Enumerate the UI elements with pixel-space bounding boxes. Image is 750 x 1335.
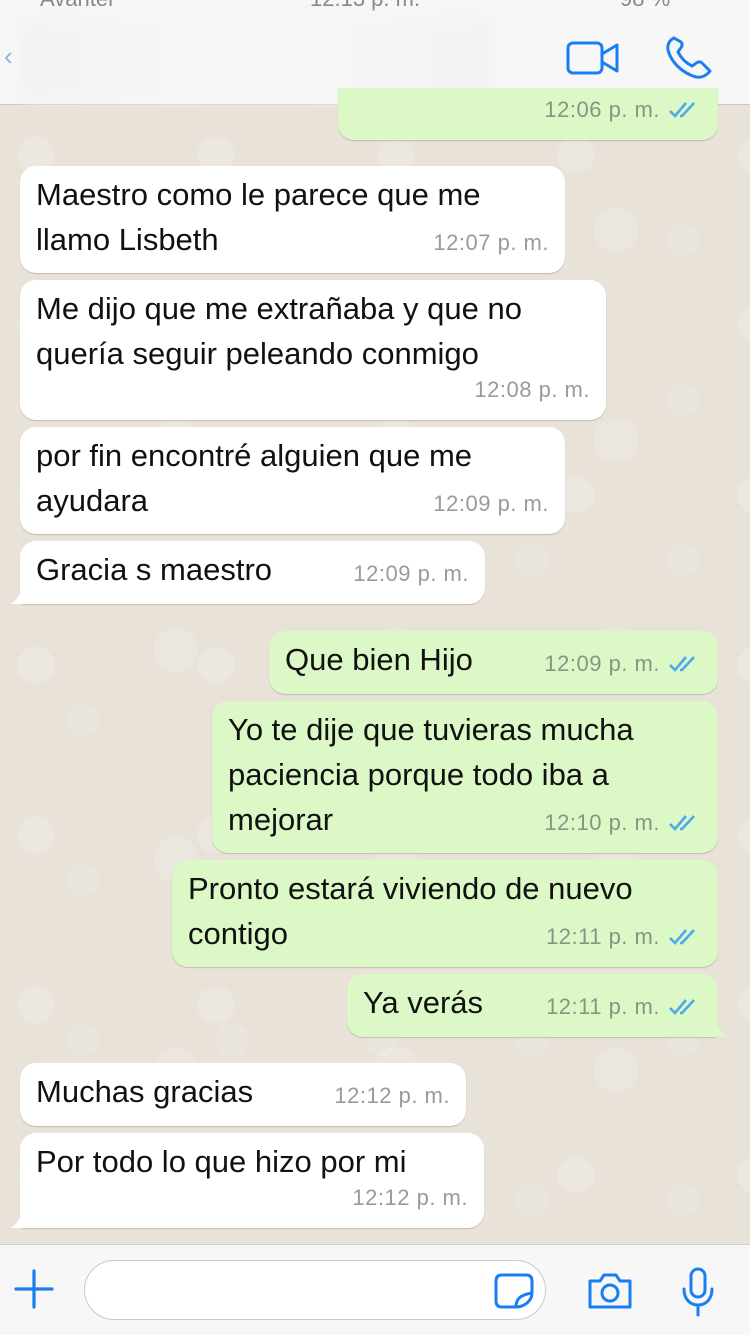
message-time: 12:06 p. m. xyxy=(544,97,660,122)
double-check-icon xyxy=(669,998,695,1015)
message-meta: 12:11 p. m. xyxy=(546,984,702,1029)
message-input-bar xyxy=(0,1244,750,1335)
message-text: Me dijo que me extrañaba y que no quería… xyxy=(36,291,522,371)
camera-icon[interactable] xyxy=(586,1271,634,1311)
bubble-tail xyxy=(10,582,32,604)
message-bubble-outgoing[interactable]: 12:06 p. m. xyxy=(338,88,718,140)
bubble-tail xyxy=(10,1206,32,1228)
message-bubble-incoming[interactable]: Gracia s maestro 12:09 p. m. xyxy=(10,541,485,604)
message-meta: 12:11 p. m. xyxy=(546,914,702,959)
back-chevron-icon[interactable]: ‹ xyxy=(4,43,18,69)
sticker-icon[interactable] xyxy=(494,1273,534,1309)
double-check-icon xyxy=(669,655,695,672)
message-meta: 12:10 p. m. xyxy=(544,800,702,845)
status-bar: Avantel 12:13 p. m. 98 % xyxy=(0,0,750,14)
plus-icon[interactable] xyxy=(14,1269,54,1309)
message-bubble-incoming[interactable]: Maestro como le parece que me llamo Lisb… xyxy=(20,166,565,273)
message-time: 12:08 p. m. xyxy=(474,377,590,402)
message-meta: 12:06 p. m. xyxy=(544,87,702,132)
message-time: 12:09 p. m. xyxy=(544,651,660,676)
message-bubble-incoming[interactable]: por fin encontré alguien que me ayudara … xyxy=(20,427,565,534)
message-bubble-outgoing[interactable]: Que bien Hijo 12:09 p. m. xyxy=(269,631,718,694)
message-time: 12:12 p. m. xyxy=(334,1083,450,1108)
clock-label: 12:13 p. m. xyxy=(310,0,420,12)
message-time: 12:09 p. m. xyxy=(353,561,469,586)
phone-icon[interactable] xyxy=(664,34,714,80)
battery-label: 98 % xyxy=(620,0,670,12)
message-meta: 12:09 p. m. xyxy=(544,641,702,686)
message-bubble-incoming[interactable]: Me dijo que me extrañaba y que no quería… xyxy=(20,280,606,420)
message-time: 12:11 p. m. xyxy=(546,924,660,949)
double-check-icon xyxy=(669,814,695,831)
message-time: 12:09 p. m. xyxy=(433,491,549,516)
video-camera-icon[interactable] xyxy=(566,40,620,76)
message-time: 12:12 p. m. xyxy=(352,1185,468,1210)
double-check-icon xyxy=(669,101,695,118)
message-bubble-outgoing[interactable]: Pronto estará viviendo de nuevo contigo … xyxy=(172,860,718,967)
message-time: 12:11 p. m. xyxy=(546,994,660,1019)
bubble-tail xyxy=(706,1015,728,1037)
message-bubble-outgoing[interactable]: Yo te dije que tuvieras mucha paciencia … xyxy=(212,701,718,853)
message-bubble-incoming[interactable]: Muchas gracias 12:12 p. m. xyxy=(20,1063,466,1126)
message-bubble-incoming[interactable]: Por todo lo que hizo por mi 12:12 p. m. xyxy=(10,1133,484,1228)
message-input[interactable] xyxy=(84,1260,546,1320)
carrier-label: Avantel xyxy=(40,0,113,12)
message-bubble-outgoing[interactable]: Ya verás 12:11 p. m. xyxy=(347,974,728,1037)
message-time: 12:10 p. m. xyxy=(544,810,660,835)
message-time: 12:07 p. m. xyxy=(433,230,549,255)
double-check-icon xyxy=(669,928,695,945)
microphone-icon[interactable] xyxy=(680,1267,716,1317)
